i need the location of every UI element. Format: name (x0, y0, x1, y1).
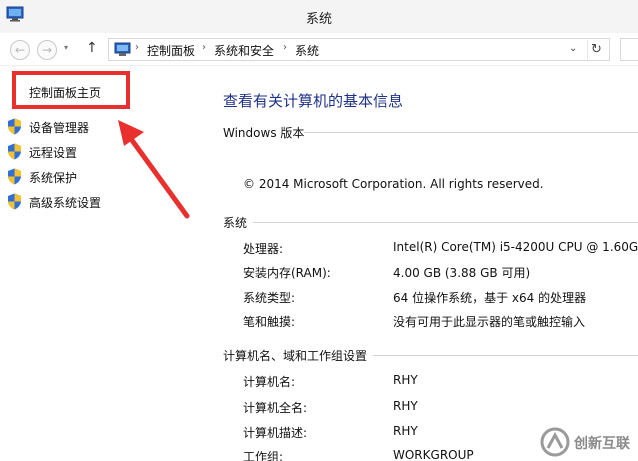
task-label[interactable]: 系统保护 (29, 169, 77, 186)
watermark: 创新互联 (534, 424, 638, 461)
address-dropdown-icon[interactable]: ⌄ (569, 43, 577, 54)
address-bar[interactable]: › 控制面板 › 系统和安全 › 系统 ⌄ ↻ (108, 38, 610, 61)
section-divider (304, 132, 638, 133)
system-type-value: 64 位操作系统，基于 x64 的处理器 (393, 291, 587, 305)
full-computer-name-value: RHY (393, 399, 418, 413)
section-title-system: 系统 (223, 216, 248, 230)
forward-button[interactable]: → (37, 40, 57, 60)
task-label[interactable]: 设备管理器 (29, 119, 89, 136)
watermark-text: 创新互联 (574, 436, 630, 452)
task-label[interactable]: 高级系统设置 (29, 194, 101, 211)
computer-name-value: RHY (393, 373, 418, 387)
copyright-text: © 2014 Microsoft Corporation. All rights… (243, 177, 544, 191)
ram-label: 安装内存(RAM): (243, 266, 331, 280)
section-title-computer-name: 计算机名、域和工作组设置 (223, 349, 368, 363)
section-divider (373, 355, 638, 356)
ram-value: 4.00 GB (3.88 GB 可用) (393, 266, 531, 280)
workgroup-label: 工作组: (243, 450, 284, 461)
breadcrumb-system-security[interactable]: 系统和安全 (214, 42, 274, 59)
recent-locations-chevron-icon[interactable]: ▾ (64, 43, 68, 52)
uac-shield-icon (8, 193, 21, 210)
window-title: 系统 (305, 12, 332, 27)
page-title: 查看有关计算机的基本信息 (223, 92, 404, 110)
back-button[interactable]: ← (10, 40, 30, 60)
brand-logo-icon (540, 427, 570, 457)
pen-touch-label: 笔和触摸: (243, 315, 296, 329)
uac-shield-icon (8, 168, 21, 185)
workgroup-value: WORKGROUP (393, 448, 474, 461)
uac-shield-icon (8, 143, 21, 160)
uac-shield-icon (8, 118, 21, 135)
up-level-button[interactable]: ↑ (86, 40, 98, 56)
title-bar: 系统 (0, 0, 638, 33)
refresh-button[interactable]: ↻ (587, 40, 605, 59)
breadcrumb-separator[interactable]: › (283, 42, 287, 53)
navigation-bar: ← → ▾ ↑ › 控制面板 › 系统和安全 › 系统 ⌄ ↻ (0, 33, 638, 66)
task-label[interactable]: 远程设置 (29, 144, 77, 161)
processor-label: 处理器: (243, 242, 284, 256)
system-type-label: 系统类型: (243, 291, 296, 305)
computer-name-label: 计算机名: (243, 375, 296, 389)
breadcrumb-control-panel[interactable]: 控制面板 (147, 42, 195, 59)
breadcrumb-separator[interactable]: › (135, 42, 139, 53)
computer-description-value: RHY (393, 424, 418, 438)
pen-touch-value: 没有可用于此显示器的笔或触控输入 (393, 315, 586, 329)
section-title-windows-edition: Windows 版本 (223, 126, 305, 140)
computer-description-label: 计算机描述: (243, 426, 308, 440)
annotation-highlight-box (12, 71, 130, 109)
control-panel-icon (114, 42, 131, 56)
breadcrumb-separator[interactable]: › (202, 42, 206, 53)
search-input[interactable] (620, 38, 638, 61)
breadcrumb-system[interactable]: 系统 (295, 42, 319, 59)
annotation-arrow-icon (118, 120, 190, 219)
section-divider (253, 222, 638, 223)
processor-value: Intel(R) Core(TM) i5-4200U CPU @ 1.60GH (393, 240, 638, 254)
system-info-pane: 查看有关计算机的基本信息 Windows 版本 © 2014 Microsoft… (210, 67, 638, 461)
full-computer-name-label: 计算机全名: (243, 401, 308, 415)
